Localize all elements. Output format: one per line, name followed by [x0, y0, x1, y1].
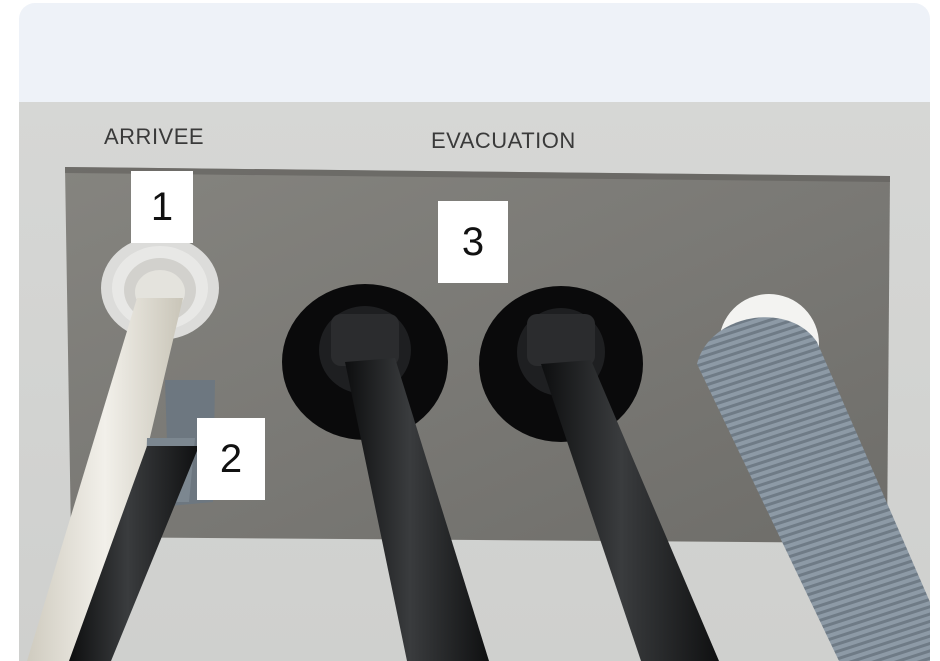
marker-2: 2 [197, 418, 265, 500]
marker-1: 1 [131, 171, 193, 243]
marker-3: 3 [438, 201, 508, 283]
connection-panel-photo: ARRIVEE EVACUATION 1 2 3 [19, 102, 930, 661]
arrivee-label: ARRIVEE [104, 124, 205, 149]
evacuation-label: EVACUATION [431, 128, 576, 153]
